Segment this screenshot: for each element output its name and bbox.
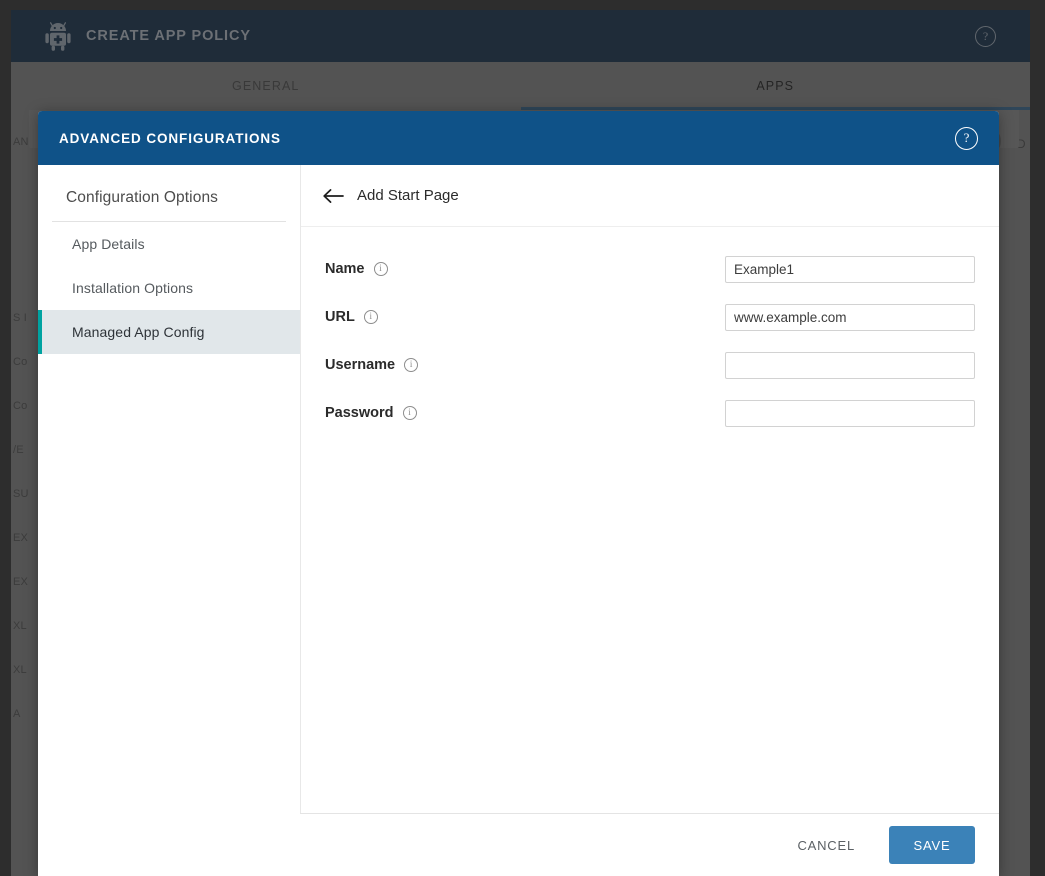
page-title: CREATE APP POLICY [86, 28, 251, 44]
help-circle-icon[interactable]: ? [975, 26, 996, 47]
username-label: Username i [325, 357, 418, 373]
sidebar-heading: Configuration Options [52, 189, 286, 222]
password-label-text: Password [325, 405, 394, 421]
android-plus-icon [44, 21, 72, 51]
info-circle-icon[interactable]: i [404, 358, 418, 372]
name-label: Name i [325, 261, 388, 277]
url-input[interactable] [725, 304, 975, 331]
cancel-button[interactable]: CANCEL [781, 828, 871, 863]
tab-apps[interactable]: APPS [521, 62, 1031, 110]
configuration-content: Add Start Page Name i URL i [300, 165, 999, 813]
name-field-wrapper [725, 256, 975, 283]
form-row-username: Username i [301, 341, 999, 389]
form-row-url: URL i [301, 293, 999, 341]
tab-general-label: GENERAL [232, 79, 299, 93]
dialog-body: Configuration Options App Details Instal… [38, 165, 999, 813]
name-label-text: Name [325, 261, 365, 277]
content-header-title: Add Start Page [357, 187, 459, 204]
password-input[interactable] [725, 400, 975, 427]
configuration-options-sidebar: Configuration Options App Details Instal… [38, 165, 300, 813]
tab-apps-label: APPS [756, 79, 794, 93]
app-top-bar: CREATE APP POLICY ? [11, 10, 1030, 62]
sidebar-item-label: Managed App Config [72, 324, 205, 340]
sidebar-item-label: App Details [72, 236, 145, 252]
form-row-password: Password i [301, 389, 999, 437]
arrow-left-icon[interactable] [321, 184, 345, 208]
sidebar-item-installation-options[interactable]: Installation Options [38, 266, 300, 310]
dialog-header: ADVANCED CONFIGURATIONS ? [38, 111, 999, 165]
password-field-wrapper [725, 400, 975, 427]
content-header: Add Start Page [301, 165, 999, 227]
username-label-text: Username [325, 357, 395, 373]
form-row-name: Name i [301, 245, 999, 293]
url-field-wrapper [725, 304, 975, 331]
sidebar-item-app-details[interactable]: App Details [38, 222, 300, 266]
username-input[interactable] [725, 352, 975, 379]
username-field-wrapper [725, 352, 975, 379]
info-circle-icon[interactable]: i [403, 406, 417, 420]
name-input[interactable] [725, 256, 975, 283]
sidebar-item-managed-app-config[interactable]: Managed App Config [38, 310, 300, 354]
advanced-configurations-dialog: ADVANCED CONFIGURATIONS ? Configuration … [38, 111, 999, 876]
dialog-footer: CANCEL SAVE [300, 813, 999, 876]
help-circle-icon[interactable]: ? [955, 127, 978, 150]
background-left-rail [0, 0, 11, 876]
start-page-form: Name i URL i [301, 227, 999, 813]
info-circle-icon[interactable]: i [364, 310, 378, 324]
tab-bar: GENERAL APPS [11, 62, 1030, 110]
url-label-text: URL [325, 309, 355, 325]
save-button[interactable]: SAVE [889, 826, 975, 864]
dialog-title: ADVANCED CONFIGURATIONS [59, 131, 281, 146]
info-circle-icon[interactable]: i [374, 262, 388, 276]
sidebar-item-label: Installation Options [72, 280, 193, 296]
password-label: Password i [325, 405, 417, 421]
url-label: URL i [325, 309, 378, 325]
tab-general[interactable]: GENERAL [11, 62, 521, 110]
